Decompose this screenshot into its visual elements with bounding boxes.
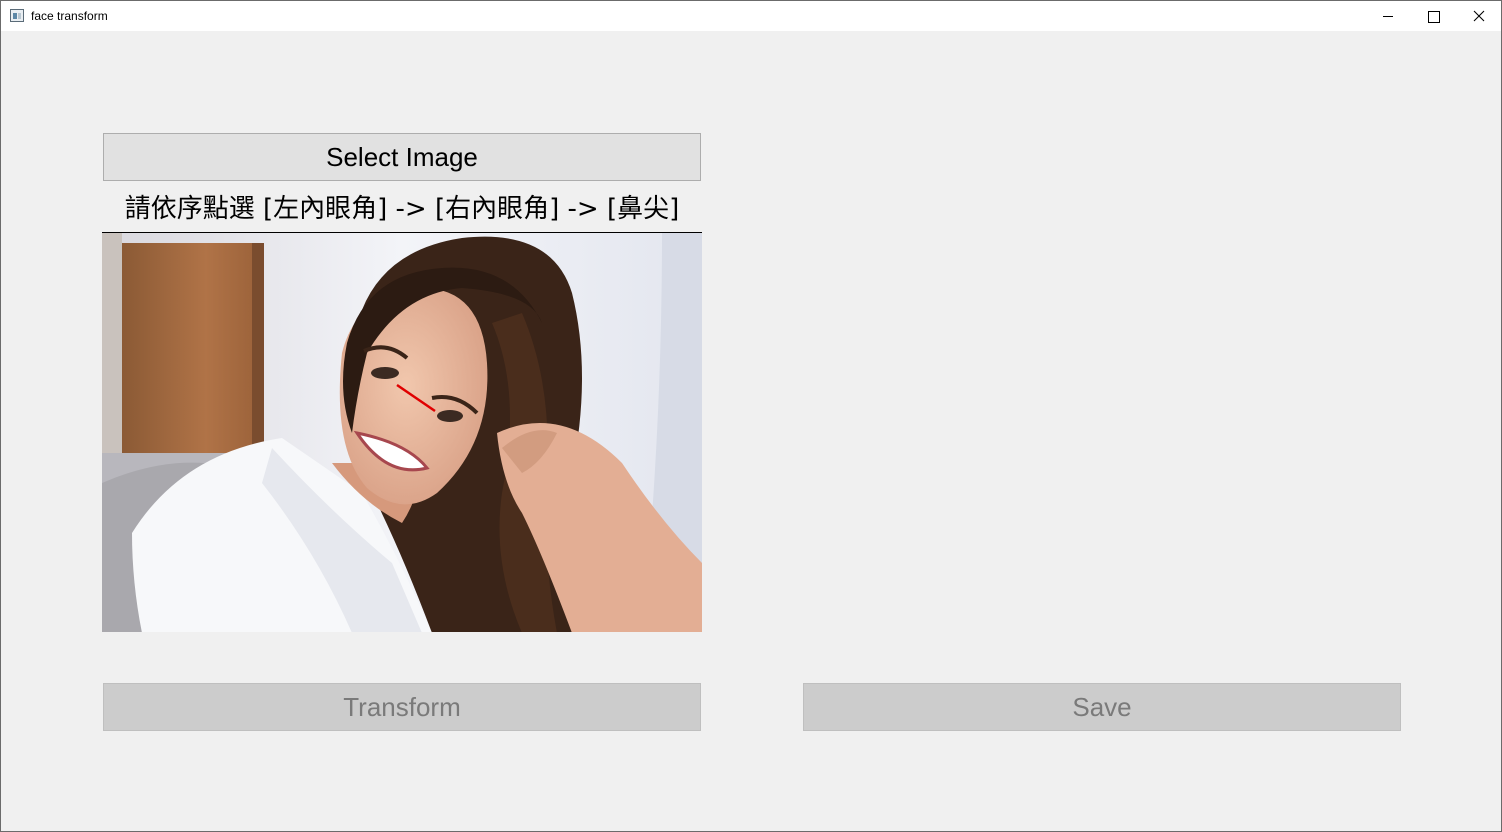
instruction-label: 請依序點選 [左內眼角] -> [右內眼角] -> [鼻尖] bbox=[124, 194, 680, 224]
image-canvas[interactable] bbox=[102, 232, 702, 632]
app-window: face transform Select Image 請依序點選 [左內眼角]… bbox=[0, 0, 1502, 832]
title-bar[interactable]: face transform bbox=[1, 1, 1501, 31]
select-image-button[interactable]: Select Image bbox=[103, 133, 701, 181]
face-photo bbox=[102, 233, 702, 632]
close-icon[interactable] bbox=[1456, 1, 1502, 31]
window-title: face transform bbox=[31, 9, 108, 23]
save-button[interactable]: Save bbox=[803, 683, 1401, 731]
minimize-icon[interactable] bbox=[1365, 1, 1411, 31]
maximize-icon[interactable] bbox=[1410, 1, 1456, 31]
transform-button[interactable]: Transform bbox=[103, 683, 701, 731]
app-icon bbox=[10, 9, 24, 22]
